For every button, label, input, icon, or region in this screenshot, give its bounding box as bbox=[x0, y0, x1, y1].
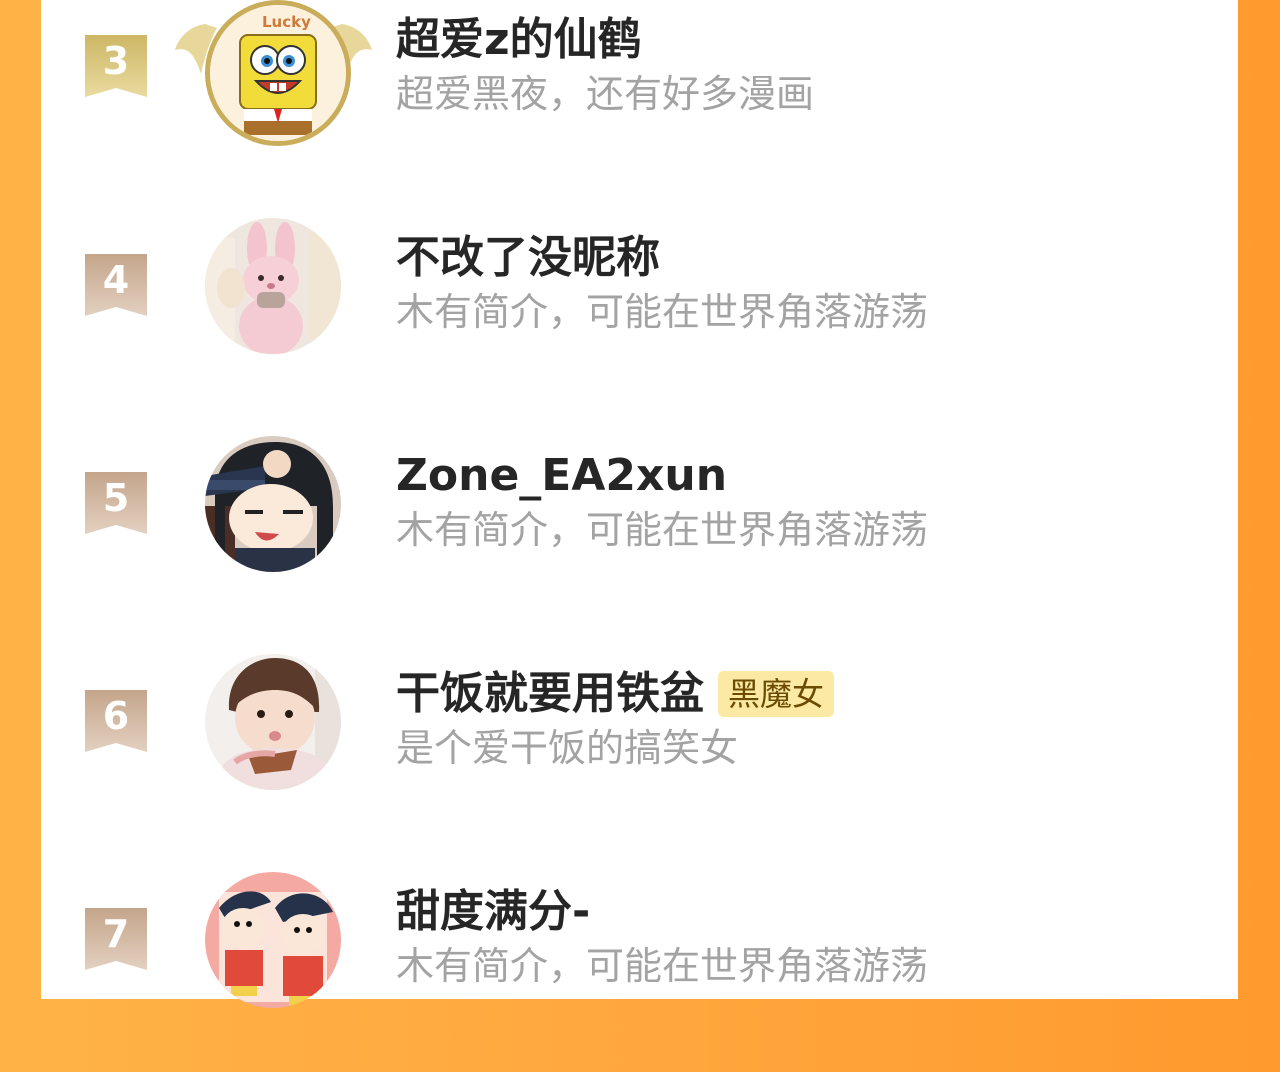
rank-number: 4 bbox=[102, 258, 130, 302]
user-bio: 木有简介，可能在世界角落游荡 bbox=[396, 944, 929, 988]
user-name[interactable]: 甜度满分- bbox=[396, 884, 590, 940]
rank-badge: 3 bbox=[85, 35, 147, 99]
rank-badge: 5 bbox=[85, 472, 147, 536]
user-avatar[interactable] bbox=[205, 436, 341, 572]
ranking-row-5[interactable]: 5 Zone_EA2xun 木有简介，可能在世界角落游荡 bbox=[41, 436, 1238, 636]
user-name[interactable]: 干饭就要用铁盆 bbox=[396, 666, 704, 722]
rank-badge: 7 bbox=[85, 908, 147, 972]
baby-avatar-icon bbox=[205, 654, 341, 790]
user-name[interactable]: 不改了没昵称 bbox=[396, 230, 660, 286]
user-bio: 木有简介，可能在世界角落游荡 bbox=[396, 508, 929, 552]
ranking-panel: 3 Lucky 超爱z的仙鹤 超爱黑夜，还有好多漫画 4 不改了没昵称 木有简介… bbox=[41, 0, 1238, 1008]
user-bio: 是个爱干饭的搞笑女 bbox=[396, 726, 739, 770]
user-name[interactable]: Zone_EA2xun bbox=[396, 448, 727, 504]
user-name[interactable]: 超爱z的仙鹤 bbox=[396, 12, 642, 68]
bunny-plush-avatar-icon bbox=[205, 218, 341, 354]
user-avatar[interactable] bbox=[205, 218, 341, 354]
ranking-row-4[interactable]: 4 不改了没昵称 木有简介，可能在世界角落游荡 bbox=[41, 218, 1238, 418]
rank-number: 6 bbox=[102, 694, 130, 738]
cartoon-kids-avatar-icon bbox=[205, 872, 341, 1008]
ranking-row-7[interactable]: 7 甜度满分- 木有简介，可能在世界角落游荡 bbox=[41, 872, 1238, 1072]
user-avatar[interactable] bbox=[205, 654, 341, 790]
ranking-row-6[interactable]: 6 干饭就要用铁盆 黑魔女 是个爱干饭的搞笑女 bbox=[41, 654, 1238, 854]
rank-number: 5 bbox=[102, 476, 130, 520]
ranking-row-3[interactable]: 3 Lucky 超爱z的仙鹤 超爱黑夜，还有好多漫画 bbox=[41, 0, 1238, 200]
anime-girl-avatar-icon bbox=[205, 436, 341, 572]
user-title-badge: 黑魔女 bbox=[718, 671, 835, 717]
user-avatar[interactable] bbox=[205, 872, 341, 1008]
user-avatar[interactable]: Lucky bbox=[205, 0, 351, 146]
rank-badge: 4 bbox=[85, 254, 147, 318]
avatar-logo-text: Lucky bbox=[262, 13, 311, 31]
rank-badge: 6 bbox=[85, 690, 147, 754]
spongebob-avatar-icon: Lucky bbox=[210, 5, 346, 141]
rank-number: 3 bbox=[102, 39, 130, 83]
user-bio: 超爱黑夜，还有好多漫画 bbox=[396, 72, 815, 116]
rank-number: 7 bbox=[102, 912, 130, 956]
user-bio: 木有简介，可能在世界角落游荡 bbox=[396, 290, 929, 334]
